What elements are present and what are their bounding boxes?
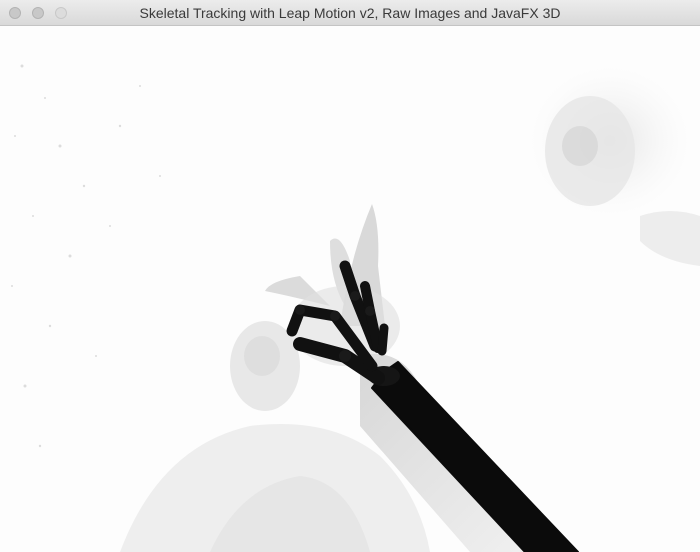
raw-image-ghost-object [530, 66, 700, 266]
app-window: Skeletal Tracking with Leap Motion v2, R… [0, 0, 700, 552]
title-bar[interactable]: Skeletal Tracking with Leap Motion v2, R… [0, 0, 700, 26]
scene-canvas[interactable] [0, 26, 700, 552]
pinky-finger-bone [377, 323, 389, 356]
raw-image-noise [11, 64, 161, 448]
3d-scene-viewport[interactable] [0, 26, 700, 552]
window-title: Skeletal Tracking with Leap Motion v2, R… [139, 5, 561, 21]
